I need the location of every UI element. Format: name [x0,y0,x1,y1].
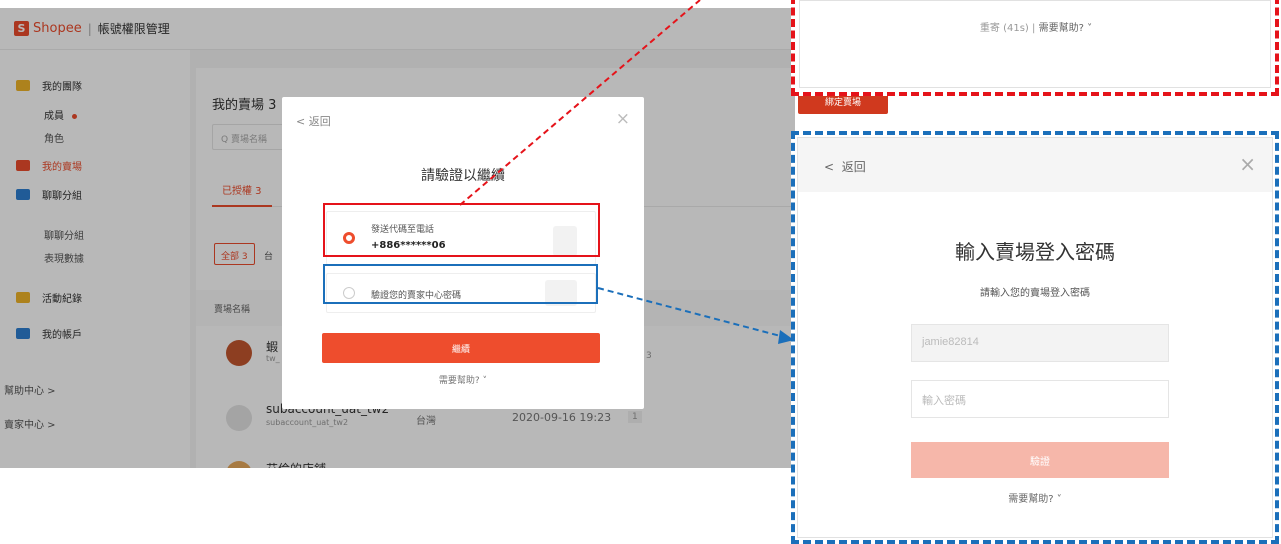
back-button[interactable]: < 返回 [824,158,866,175]
help-link[interactable]: 需要幫助? ˅ [1039,23,1093,34]
highlight-password-option [323,264,598,304]
stage: S Shopee | 帳號權限管理 我的團隊 成員 角色 我的賣場 聊聊分組 聊… [0,0,1281,544]
back-button[interactable]: < 返回 [296,113,331,129]
close-icon[interactable]: × [1239,152,1256,176]
help-link[interactable]: 需要幫助? ˅ [282,373,644,386]
back-label: 返回 [841,160,866,174]
help-link[interactable]: 需要幫助? ˅ [798,490,1272,505]
sms-code-panel: 重寄 (41s) | 需要幫助? ˅ [791,0,1279,96]
highlight-sms-option [323,203,600,257]
username-field[interactable]: jamie82814 [911,324,1169,362]
chevron-left-icon: < [824,160,835,174]
panel-title: 輸入賣場登入密碼 [955,240,1115,264]
sms-panel-inner: 重寄 (41s) | 需要幫助? ˅ [799,0,1271,88]
password-panel: < 返回 × 輸入賣場登入密碼 請輸入您的賣場登入密碼 jamie82814 輸… [791,131,1279,544]
password-panel-inner: < 返回 × 輸入賣場登入密碼 請輸入您的賣場登入密碼 jamie82814 輸… [797,137,1273,538]
panel-subtitle: 請輸入您的賣場登入密碼 [980,288,1090,299]
resend-countdown[interactable]: 重寄 (41s) [980,23,1029,34]
close-icon[interactable]: × [616,109,630,129]
resend-separator: | [1032,23,1036,34]
modal-title: 請驗證以繼續 [421,168,505,184]
panel-header: < 返回 × [798,138,1272,192]
continue-button[interactable]: 繼續 [322,333,600,363]
resend-row: 重寄 (41s) | 需要幫助? ˅ [800,19,1272,34]
verify-button[interactable]: 驗證 [911,442,1169,478]
password-field[interactable]: 輸入密碼 [911,380,1169,418]
